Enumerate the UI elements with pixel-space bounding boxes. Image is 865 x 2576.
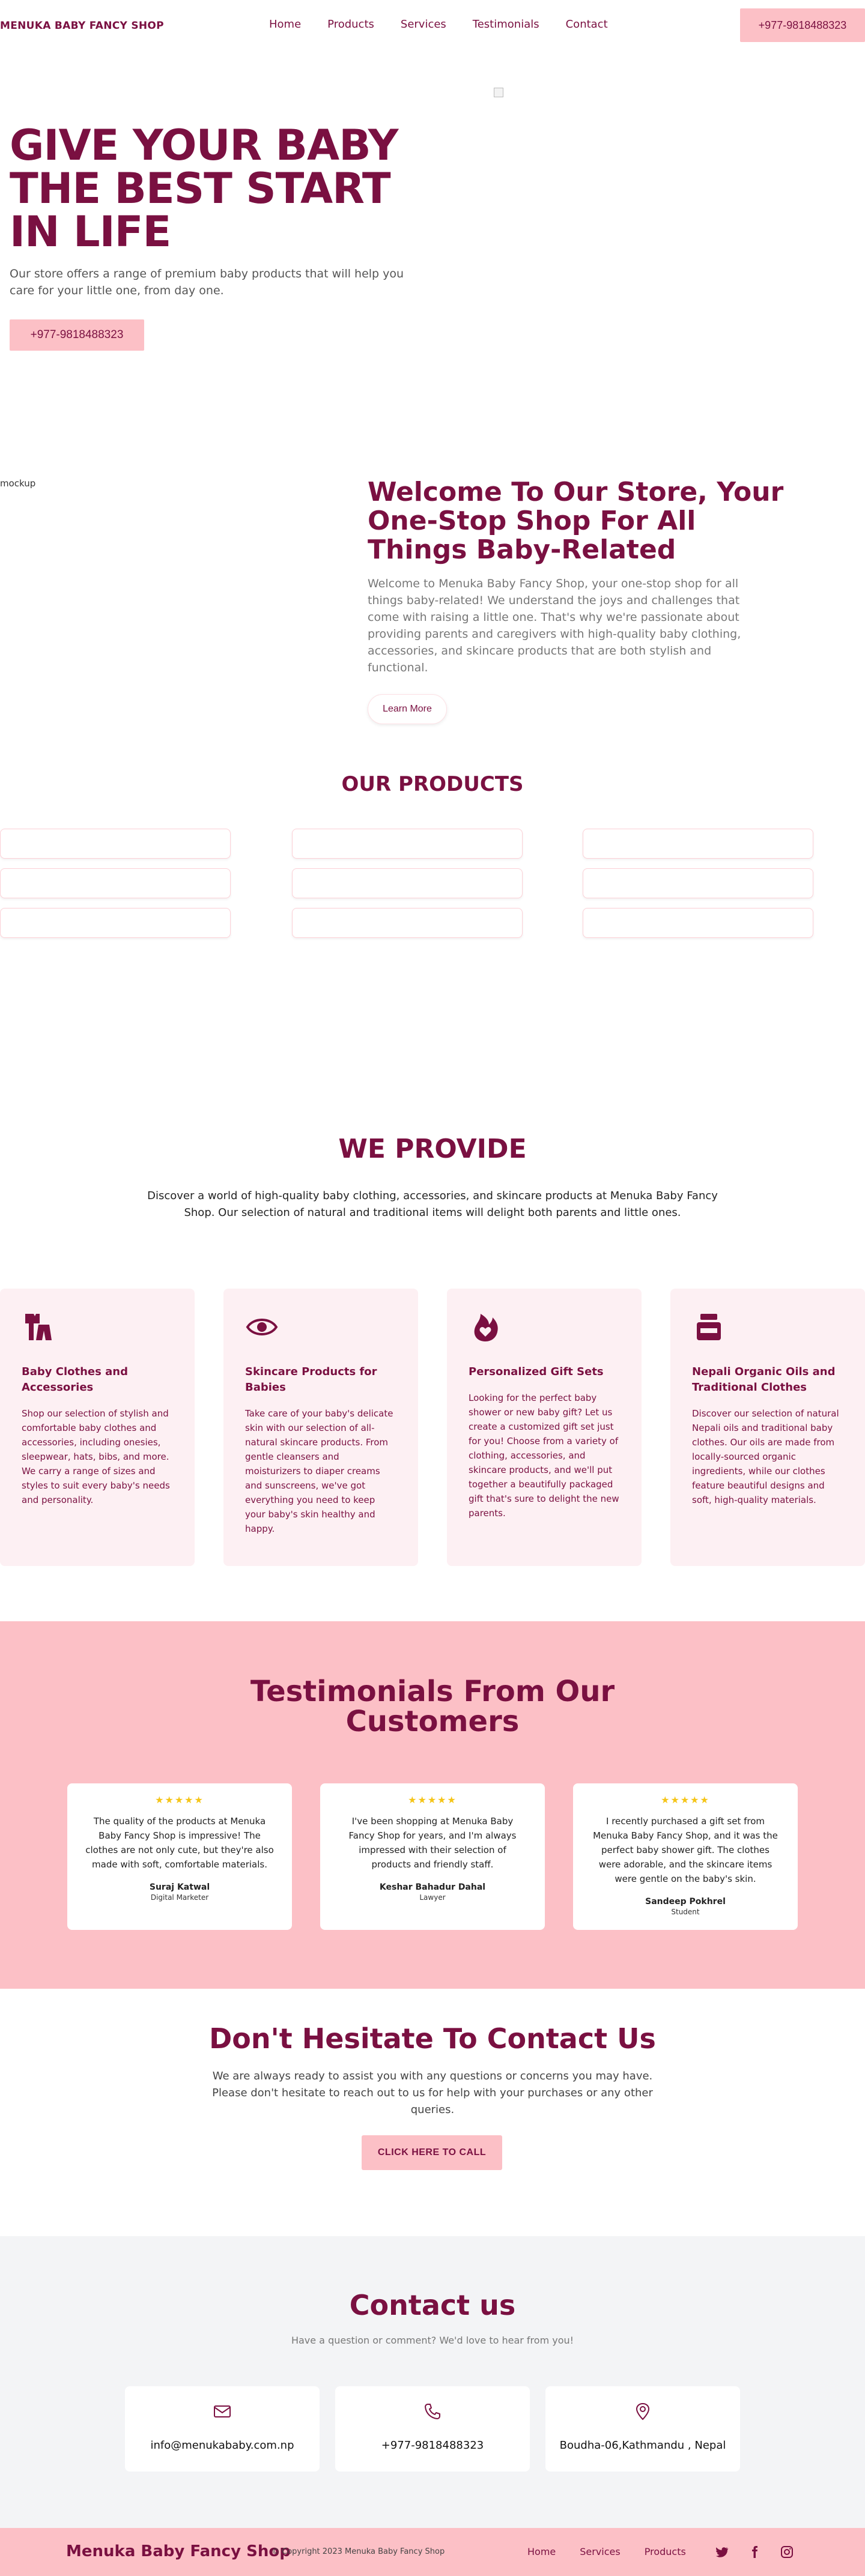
product-card[interactable] (292, 908, 523, 938)
nav-link-services[interactable]: Services (401, 18, 446, 31)
service-title: Personalized Gift Sets (469, 1365, 604, 1378)
contact-us-subtitle: Have a question or comment? We'd love to… (291, 2335, 574, 2346)
contact-us-title: Contact us (349, 2289, 516, 2321)
main-nav: Home Products Services Testimonials Cont… (269, 18, 608, 31)
contact-us-section: Contact us Have a question or comment? W… (0, 2236, 865, 2528)
testimonial-card: ★★★★★ I recently purchased a gift set fr… (573, 1783, 798, 1930)
testimonial-name: Keshar Bahadur Dahal (379, 1882, 486, 1892)
services-section: WE PROVIDE Discover a world of high-qual… (0, 1063, 865, 1621)
product-card[interactable] (583, 868, 813, 898)
service-title: Baby Clothes and Accessories (22, 1365, 128, 1394)
footer-link-home[interactable]: Home (527, 2546, 556, 2557)
top-navbar: MENUKA BABY FANCY SHOP Home Products Ser… (0, 0, 865, 50)
brand-logo-text[interactable]: MENUKA BABY FANCY SHOP (0, 20, 164, 32)
hero-image-placeholder (494, 88, 503, 97)
contact-card-phone[interactable]: +977-9818488323 (335, 2386, 530, 2472)
clothes-icon (25, 1314, 52, 1340)
footer: Menuka Baby Fancy Shop © Copyright 2023 … (0, 2528, 865, 2576)
footer-social (715, 2545, 794, 2559)
service-text: Looking for the perfect baby shower or n… (469, 1392, 619, 1519)
testimonial-card: ★★★★★ I've been shopping at Menuka Baby … (320, 1783, 545, 1930)
contact-email[interactable]: info@menukababy.com.np (125, 2439, 320, 2452)
star-rating-icon: ★★★★★ (661, 1794, 710, 1806)
hero-text: Our store offers a range of premium baby… (10, 267, 404, 297)
nav-link-testimonials[interactable]: Testimonials (473, 18, 539, 31)
contact-card-email[interactable]: info@menukababy.com.np (125, 2386, 320, 2472)
hero-phone-button[interactable]: +977-9818488323 (10, 319, 144, 351)
footer-link-products[interactable]: Products (645, 2546, 686, 2557)
testimonials-section: Testimonials From Our Customers ★★★★★ Th… (0, 1621, 865, 1989)
jar-icon (697, 1314, 721, 1340)
contact-phone[interactable]: +977-9818488323 (335, 2439, 530, 2452)
testimonial-role: Lawyer (419, 1893, 446, 1902)
testimonials-title: Testimonials From Our Customers (250, 1675, 615, 1738)
testimonial-name: Sandeep Pokhrel (645, 1897, 726, 1906)
mail-icon (214, 2405, 231, 2417)
service-card-skincare: Skincare Products for Babies Take care o… (223, 1289, 418, 1566)
testimonial-role: Student (671, 1908, 700, 1916)
service-card-clothes: Baby Clothes and Accessories Shop our se… (0, 1289, 195, 1566)
facebook-icon[interactable] (747, 2545, 762, 2559)
testimonial-quote: The quality of the products at Menuka Ba… (85, 1816, 274, 1870)
contact-cta-text: We are always ready to assist you with a… (212, 2070, 653, 2116)
footer-nav: Home Services Products (527, 2546, 686, 2557)
hero-title: GIVE YOUR BABY THE BEST START IN LIFE (10, 121, 398, 256)
testimonial-role: Digital Marketer (150, 1893, 209, 1902)
nav-link-contact[interactable]: Contact (566, 18, 608, 31)
services-title: WE PROVIDE (338, 1134, 527, 1164)
product-card[interactable] (292, 868, 523, 898)
nav-link-home[interactable]: Home (269, 18, 301, 31)
fire-heart-icon (474, 1314, 498, 1341)
service-card-gift-sets: Personalized Gift Sets Looking for the p… (447, 1289, 642, 1566)
products-section: OUR PRODUCTS (0, 715, 865, 1063)
eye-icon (246, 1319, 278, 1335)
welcome-text: Welcome to Menuka Baby Fancy Shop, your … (368, 577, 741, 674)
product-card[interactable] (292, 829, 523, 859)
service-title: Skincare Products for Babies (245, 1365, 377, 1394)
footer-link-services[interactable]: Services (580, 2546, 620, 2557)
welcome-section: mockup Welcome To Our Store, Your One-St… (0, 390, 865, 724)
contact-cta-title: Don't Hesitate To Contact Us (209, 2022, 656, 2055)
products-title: OUR PRODUCTS (341, 772, 524, 796)
location-pin-icon (636, 2402, 650, 2420)
contact-card-address[interactable]: Boudha-06,Kathmandu , Nepal (545, 2386, 740, 2472)
testimonial-quote: I recently purchased a gift set from Men… (593, 1816, 778, 1884)
product-card[interactable] (583, 829, 813, 859)
testimonial-name: Suraj Katwal (149, 1882, 210, 1892)
contact-address: Boudha-06,Kathmandu , Nepal (559, 2439, 726, 2452)
service-text: Shop our selection of stylish and comfor… (22, 1408, 170, 1505)
instagram-icon[interactable] (780, 2545, 794, 2559)
product-card[interactable] (0, 908, 231, 938)
nav-phone-button[interactable]: +977-9818488323 (740, 8, 865, 42)
footer-brand[interactable]: Menuka Baby Fancy Shop (66, 2542, 291, 2560)
service-text: Discover our selection of natural Nepali… (692, 1408, 839, 1505)
contact-cta-section: Don't Hesitate To Contact Us We are alwa… (0, 1989, 865, 2236)
testimonial-quote: I've been shopping at Menuka Baby Fancy … (348, 1816, 517, 1870)
service-title: Nepali Organic Oils and Traditional Clot… (692, 1365, 836, 1394)
product-card[interactable] (0, 829, 231, 859)
service-card-nepali-oils: Nepali Organic Oils and Traditional Clot… (670, 1289, 865, 1566)
testimonial-card: ★★★★★ The quality of the products at Men… (67, 1783, 292, 1930)
service-text: Take care of your baby's delicate skin w… (245, 1408, 393, 1534)
twitter-icon[interactable] (715, 2545, 729, 2559)
call-button[interactable]: CLICK HERE TO CALL (362, 2135, 502, 2170)
product-card[interactable] (0, 868, 231, 898)
services-intro: Discover a world of high-quality baby cl… (147, 1190, 718, 1219)
nav-link-products[interactable]: Products (327, 18, 374, 31)
star-rating-icon: ★★★★★ (155, 1794, 204, 1806)
footer-copyright: © Copyright 2023 Menuka Baby Fancy Shop (272, 2547, 445, 2556)
star-rating-icon: ★★★★★ (408, 1794, 457, 1806)
mockup-image-alt: mockup (0, 478, 36, 489)
welcome-title: Welcome To Our Store, Your One-Stop Shop… (368, 477, 784, 565)
hero-section: GIVE YOUR BABY THE BEST START IN LIFE Ou… (0, 50, 865, 390)
phone-icon (425, 2404, 440, 2419)
product-card[interactable] (583, 908, 813, 938)
